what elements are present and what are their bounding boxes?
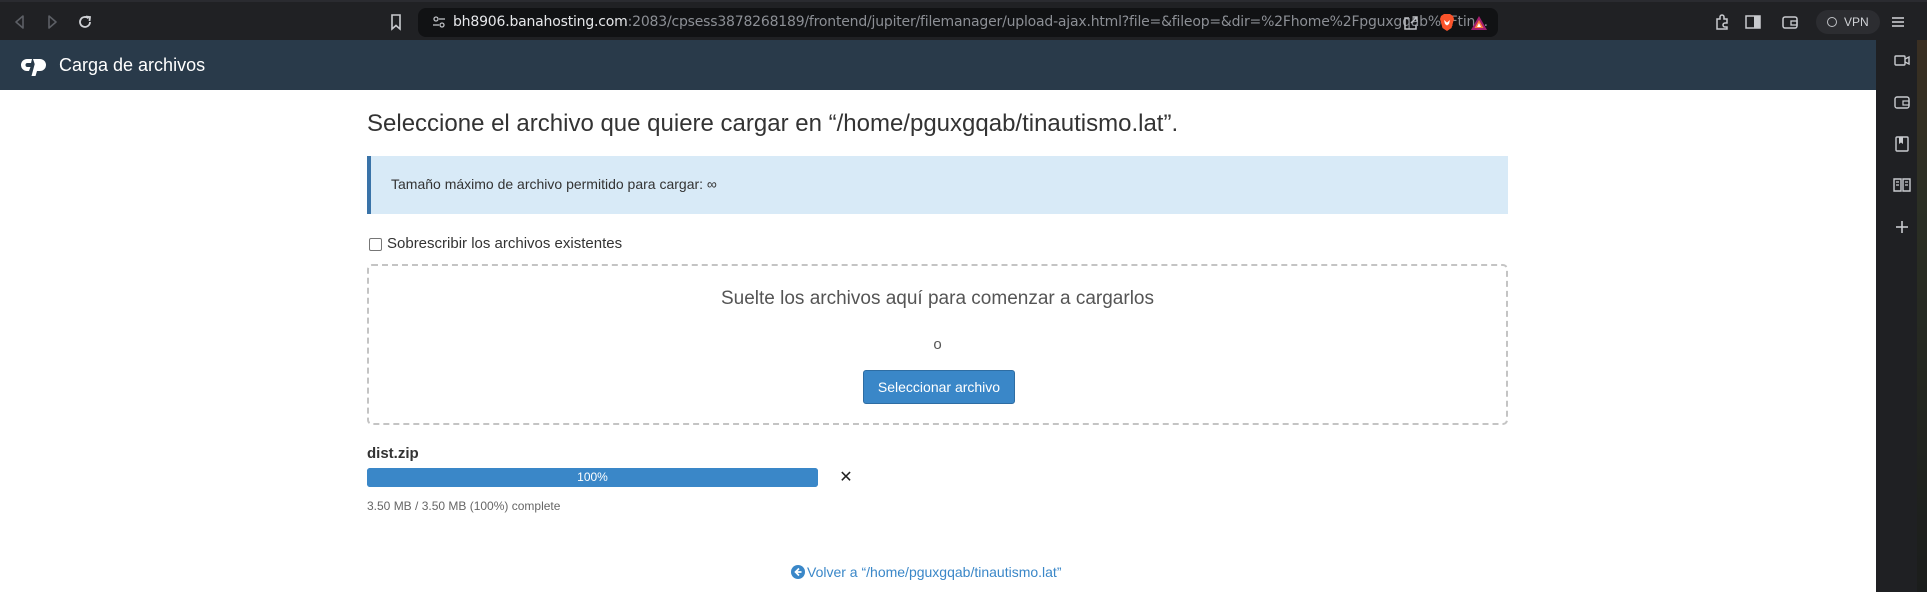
video-icon[interactable]	[1893, 51, 1911, 69]
page-title: Carga de archivos	[59, 55, 206, 75]
remove-upload-button[interactable]: ✕	[838, 468, 854, 486]
sidebar-toggle-icon[interactable]	[1743, 12, 1763, 32]
back-link-label[interactable]: Volver a “/home/pguxgqab/tinautismo.lat”	[807, 564, 1061, 580]
upload-progress-label: 100%	[577, 470, 608, 484]
select-file-button[interactable]: Seleccionar archivo	[863, 370, 1015, 404]
vpn-button[interactable]: VPN	[1816, 10, 1880, 34]
bookmarks-sidebar-icon[interactable]	[1893, 135, 1911, 153]
cpanel-logo-icon[interactable]	[20, 55, 50, 77]
upload-progress-bar: 100%	[367, 468, 818, 487]
browser-toolbar: bh8906.banahosting.com:2083/cpsess387826…	[0, 0, 1927, 40]
url-text: bh8906.banahosting.com:2083/cpsess387826…	[453, 14, 1488, 30]
menu-icon[interactable]	[1888, 12, 1908, 32]
max-size-text: Tamaño máximo de archivo permitido para …	[391, 176, 717, 192]
brave-shields-icon[interactable]	[1438, 13, 1456, 32]
upload-heading: Seleccione el archivo que quiere cargar …	[367, 110, 1179, 137]
rewards-icon[interactable]	[1470, 14, 1488, 32]
reading-list-icon[interactable]	[1893, 176, 1911, 194]
max-size-info: Tamaño máximo de archivo permitido para …	[367, 156, 1508, 214]
reload-icon[interactable]	[75, 12, 95, 32]
back-circle-arrow-icon	[791, 565, 805, 579]
overwrite-checkbox[interactable]	[369, 238, 382, 251]
cpanel-header: Carga de archivos	[0, 40, 1876, 90]
url-path: :2083/cpsess3878268189/frontend/jupiter/…	[627, 14, 1489, 30]
site-settings-icon[interactable]	[432, 15, 446, 29]
page-viewport: Carga de archivos Seleccione el archivo …	[0, 40, 1876, 592]
upload-status: 3.50 MB / 3.50 MB (100%) complete	[367, 499, 561, 513]
background-strip	[1917, 40, 1927, 592]
dropzone-title: Suelte los archivos aquí para comenzar a…	[720, 288, 1154, 309]
vpn-status-icon	[1827, 17, 1837, 27]
share-icon[interactable]	[1402, 14, 1420, 32]
bookmark-icon[interactable]	[386, 12, 406, 32]
file-dropzone[interactable]: Suelte los archivos aquí para comenzar a…	[367, 264, 1508, 425]
dropzone-or: o	[933, 336, 942, 353]
vpn-label: VPN	[1844, 15, 1869, 29]
extensions-icon[interactable]	[1712, 12, 1732, 32]
url-host: bh8906.banahosting.com	[453, 14, 628, 30]
overwrite-label[interactable]: Sobrescribir los archivos existentes	[387, 235, 622, 252]
back-arrow-icon[interactable]	[10, 12, 30, 32]
add-panel-icon[interactable]	[1893, 218, 1911, 236]
wallet-sidebar-icon[interactable]	[1893, 93, 1911, 111]
back-link[interactable]: Volver a “/home/pguxgqab/tinautismo.lat”	[791, 564, 1061, 580]
uploaded-file-name: dist.zip	[367, 445, 419, 462]
wallet-icon[interactable]	[1780, 12, 1800, 32]
forward-arrow-icon[interactable]	[42, 12, 62, 32]
address-bar[interactable]: bh8906.banahosting.com:2083/cpsess387826…	[418, 8, 1498, 37]
